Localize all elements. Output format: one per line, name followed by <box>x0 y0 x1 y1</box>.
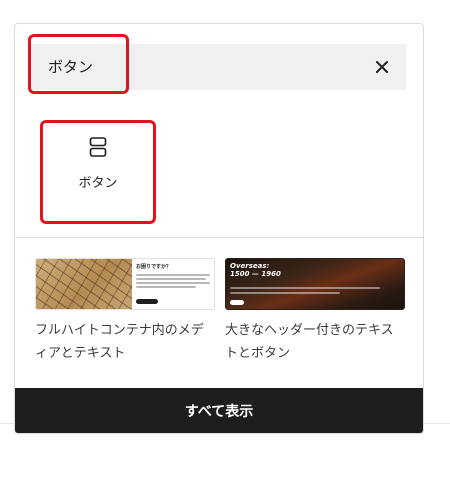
pattern-media-text-full-height[interactable]: お困りですか？ フルハイトコンテナ内のメディアとテキスト <box>35 258 215 365</box>
pattern-large-header-text-button[interactable]: Overseas: 1500 — 1960 大きなヘッダー付きのテキストとボタン <box>225 258 405 365</box>
pattern-thumbnail: Overseas: 1500 — 1960 <box>225 258 405 310</box>
thumb-heading: Overseas: 1500 — 1960 <box>230 262 281 278</box>
cracked-earth-image <box>36 259 132 309</box>
clear-search-button[interactable] <box>366 51 398 83</box>
thumb-button <box>230 300 244 305</box>
block-highlight-box <box>40 120 156 224</box>
block-inserter-panel: ボタン ボタン お困りですか？ フルハイトコンテナ内のメディアとテキスト Ove… <box>14 23 424 434</box>
search-highlight-box <box>28 34 129 94</box>
pattern-title: フルハイトコンテナ内のメディアとテキスト <box>35 323 204 361</box>
pattern-title: 大きなヘッダー付きのテキストとボタン <box>225 323 394 361</box>
close-icon <box>376 61 388 73</box>
section-divider <box>15 237 423 238</box>
thumb-button <box>136 299 158 304</box>
show-all-label: すべて表示 <box>184 403 254 420</box>
show-all-button[interactable]: すべて表示 <box>15 388 423 433</box>
thumb-heading: お困りですか？ <box>136 264 172 270</box>
pattern-thumbnail: お困りですか？ <box>35 258 215 310</box>
page: ボタン ボタン お困りですか？ フルハイトコンテナ内のメディアとテキスト Ove… <box>0 0 450 481</box>
